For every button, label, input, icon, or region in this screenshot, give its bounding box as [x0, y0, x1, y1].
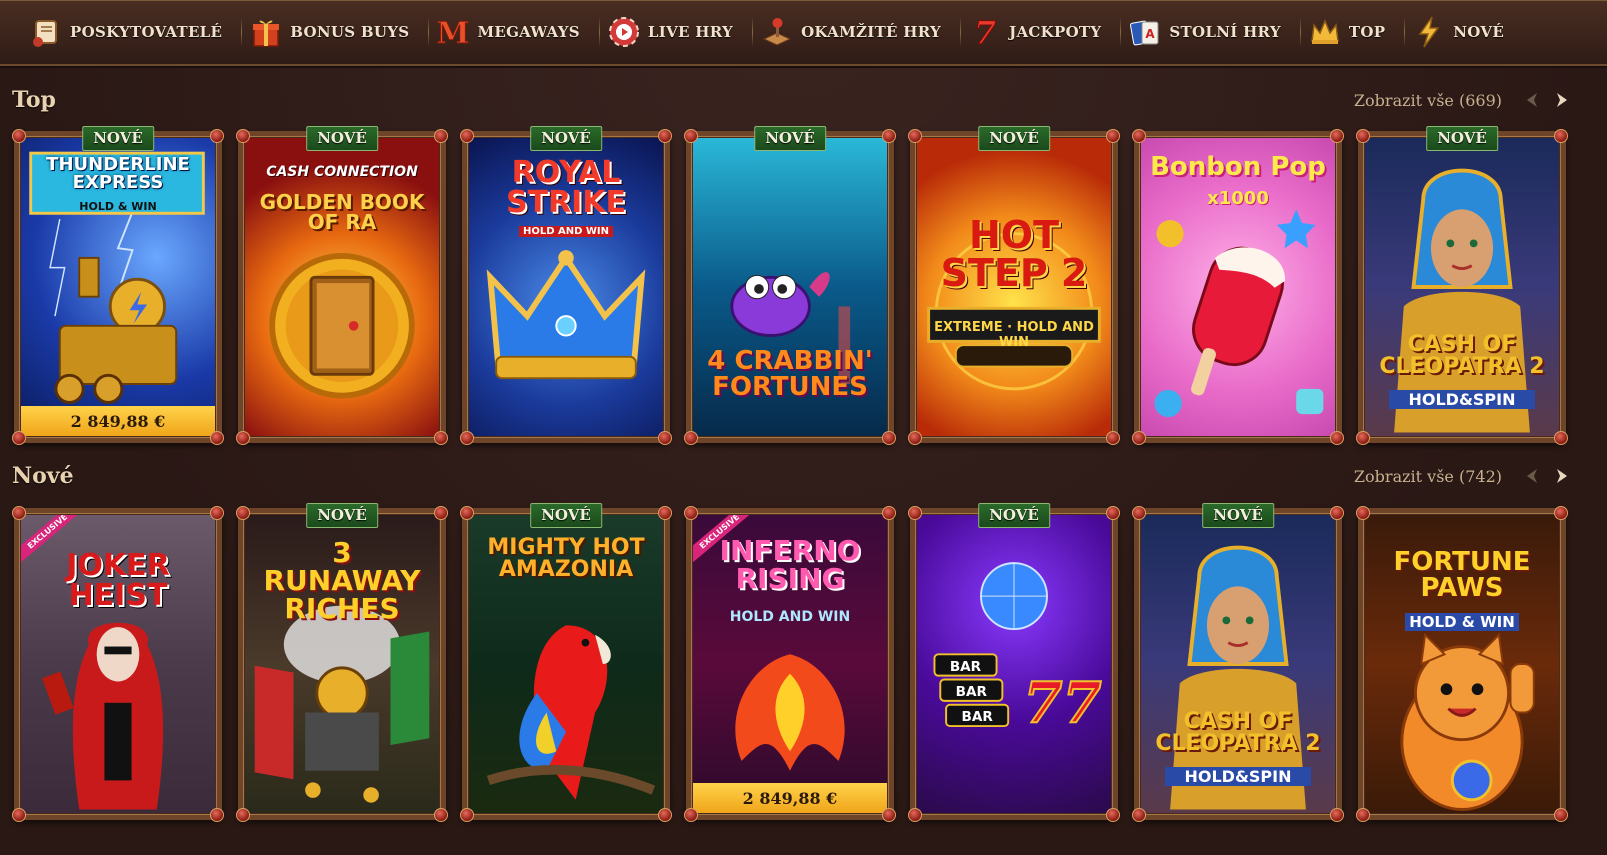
game-card[interactable]: 3 RUNAWAY RICHES NOVÉ: [236, 503, 448, 822]
disco-ball-art: BAR BAR BAR 77: [933, 562, 1103, 737]
section-title: Nové: [12, 463, 74, 489]
nav-item-instant[interactable]: OKAMŽITÉ HRY: [753, 0, 962, 65]
game-row-new: EXCLUSIVE JOKER HEIST 3 RUNAWAY RICHES N…: [12, 503, 1568, 822]
gift-icon: [248, 14, 284, 50]
nav-label: TOP: [1348, 23, 1386, 41]
game-card[interactable]: 4 CRABBIN' FORTUNES NOVÉ: [684, 126, 896, 445]
svg-text:A: A: [1146, 27, 1156, 41]
nav-item-bonus-buys[interactable]: BONUS BUYS: [242, 0, 430, 65]
book-art: [269, 253, 415, 399]
view-all-link[interactable]: Zobrazit vše (742): [1354, 467, 1502, 486]
game-subtitle: HOLD & WIN: [1405, 613, 1519, 631]
cards-icon: A: [1127, 14, 1163, 50]
new-badge: NOVÉ: [1202, 503, 1274, 528]
arrow-right-icon[interactable]: [1550, 89, 1572, 111]
section-header-top: Top Zobrazit vše (669): [12, 85, 1572, 115]
nav-item-live[interactable]: LIVE HRY: [600, 0, 754, 65]
nav-label: OKAMŽITÉ HRY: [801, 23, 942, 41]
new-badge: NOVÉ: [530, 503, 602, 528]
game-row-top: THUNDERLINE EXPRESS HOLD & WIN NOVÉ 2 84…: [12, 126, 1568, 445]
game-title: THUNDERLINE EXPRESS: [46, 154, 190, 193]
nav-item-providers[interactable]: POSKYTOVATELÉ: [22, 0, 243, 65]
svg-text:7: 7: [974, 15, 996, 49]
arrow-left-icon[interactable]: [1522, 465, 1544, 487]
game-card[interactable]: Bonbon Pop x1000: [1132, 129, 1344, 445]
new-badge: NOVÉ: [1426, 126, 1498, 151]
nav-item-table-games[interactable]: A STOLNÍ HRY: [1121, 0, 1302, 65]
new-badge: NOVÉ: [306, 126, 378, 151]
game-subtitle: HOLD AND WIN: [729, 609, 851, 625]
nav-item-jackpots[interactable]: 7 JACKPOTY: [961, 0, 1122, 65]
section-title: Top: [12, 87, 56, 113]
nav-item-top[interactable]: TOP: [1301, 0, 1406, 65]
game-subtitle: EXTREME · HOLD AND WIN: [934, 320, 1094, 350]
game-card[interactable]: BAR BAR BAR 77 NOVÉ: [908, 503, 1120, 822]
game-title: CASH OF CLEOPATRA 2: [1155, 709, 1321, 756]
section-header-new: Nové Zobrazit vše (742): [12, 461, 1572, 491]
game-card[interactable]: EXCLUSIVE JOKER HEIST: [12, 506, 224, 822]
game-subtitle: x1000: [1207, 188, 1269, 209]
category-nav: POSKYTOVATELÉ BONUS BUYS M MEGAWAYS LIVE…: [0, 0, 1607, 66]
arrow-right-icon[interactable]: [1550, 465, 1572, 487]
game-title: ROYAL STRIKE: [505, 155, 627, 220]
seven-icon: 7: [967, 14, 1003, 50]
new-badge: NOVÉ: [530, 126, 602, 151]
letter-m-icon: M: [435, 14, 471, 50]
game-card[interactable]: CASH OF CLEOPATRA 2 HOLD&SPIN NOVÉ: [1356, 126, 1568, 445]
game-card[interactable]: EXCLUSIVE INFERNO RISING HOLD AND WIN 2 …: [684, 506, 896, 822]
game-title: 4 CRABBIN' FORTUNES: [707, 346, 873, 402]
scroll-icon: [28, 14, 64, 50]
game-card[interactable]: ROYAL STRIKE HOLD AND WIN NOVÉ: [460, 126, 672, 445]
nav-label: MEGAWAYS: [477, 23, 580, 41]
svg-text:BAR: BAR: [956, 684, 988, 700]
game-card[interactable]: MIGHTY HOT AMAZONIA NOVÉ: [460, 503, 672, 822]
svg-text:BAR: BAR: [961, 709, 993, 725]
game-subtitle: HOLD AND WIN: [519, 226, 613, 237]
game-title: GOLDEN BOOK OF RA: [259, 190, 425, 234]
game-title: CASH OF CLEOPATRA 2: [1379, 332, 1545, 379]
game-card[interactable]: THUNDERLINE EXPRESS HOLD & WIN NOVÉ 2 84…: [12, 126, 224, 445]
joystick-icon: [759, 14, 795, 50]
jackpot-amount: 2 849,88 €: [693, 783, 887, 813]
nav-item-megaways[interactable]: M MEGAWAYS: [429, 0, 601, 65]
nav-label: JACKPOTY: [1009, 23, 1102, 41]
game-card[interactable]: CASH OF CLEOPATRA 2 HOLD&SPIN NOVÉ: [1132, 503, 1344, 822]
nav-label: NOVÉ: [1453, 23, 1505, 41]
svg-text:M: M: [437, 16, 470, 49]
nav-item-new[interactable]: NOVÉ: [1405, 0, 1524, 65]
nav-label: STOLNÍ HRY: [1169, 23, 1281, 41]
crown-icon: [1307, 14, 1343, 50]
live-chip-icon: [606, 14, 642, 50]
nav-label: POSKYTOVATELÉ: [70, 23, 223, 41]
arrow-left-icon[interactable]: [1522, 89, 1544, 111]
popsicle-art: [1154, 209, 1324, 417]
svg-text:BAR: BAR: [950, 659, 982, 675]
view-all-link[interactable]: Zobrazit vše (669): [1354, 91, 1502, 110]
nav-label: LIVE HRY: [647, 23, 734, 41]
new-badge: NOVÉ: [754, 126, 826, 151]
game-title: FORTUNE PAWS: [1393, 547, 1531, 603]
game-card[interactable]: HOT STEP 2 EXTREME · HOLD AND WIN NOVÉ: [908, 126, 1120, 445]
new-badge: NOVÉ: [82, 126, 154, 151]
game-subtitle: HOLD&SPIN: [1165, 767, 1311, 786]
game-subtitle: CASH CONNECTION: [266, 164, 418, 180]
game-title: INFERNO RISING: [719, 534, 861, 595]
game-subtitle: HOLD&SPIN: [1389, 390, 1535, 409]
new-badge: NOVÉ: [978, 126, 1050, 151]
new-badge: NOVÉ: [306, 503, 378, 528]
new-badge: NOVÉ: [978, 503, 1050, 528]
game-title: 3 RUNAWAY RICHES: [263, 536, 421, 625]
game-card[interactable]: FORTUNE PAWS HOLD & WIN: [1356, 506, 1568, 822]
lightning-icon: [1411, 14, 1447, 50]
game-title: HOT STEP 2: [940, 213, 1088, 295]
svg-text:77: 77: [1023, 670, 1101, 736]
game-title: Bonbon Pop: [1150, 152, 1326, 182]
game-title: MIGHTY HOT AMAZONIA: [487, 535, 645, 582]
nav-label: BONUS BUYS: [290, 23, 410, 41]
game-card[interactable]: CASH CONNECTION GOLDEN BOOK OF RA NOVÉ: [236, 126, 448, 445]
jackpot-amount: 2 849,88 €: [21, 406, 215, 436]
game-subtitle: HOLD & WIN: [79, 200, 157, 213]
game-title: JOKER HEIST: [66, 548, 170, 613]
